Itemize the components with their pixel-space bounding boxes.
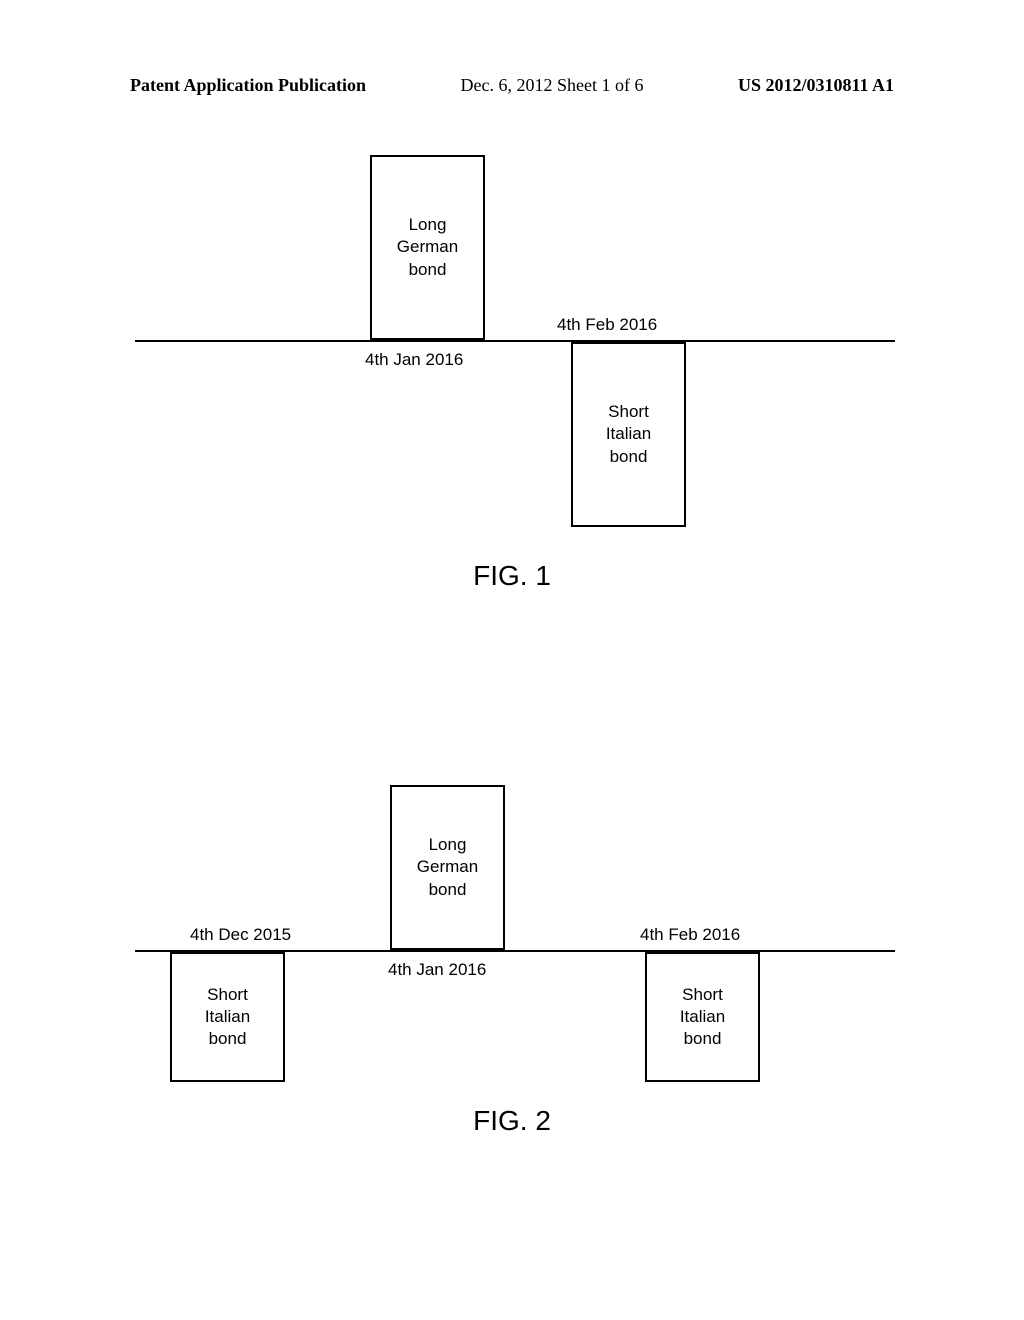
- document-header: Patent Application Publication Dec. 6, 2…: [0, 75, 1024, 96]
- figure-2: LongGermanbond ShortItalianbond ShortIta…: [0, 690, 1024, 1160]
- publication-label: Patent Application Publication: [130, 75, 366, 96]
- timeline-axis-right: [390, 950, 895, 952]
- bond-label: ShortItalianbond: [205, 984, 250, 1050]
- figure-caption: FIG. 2: [473, 1105, 551, 1137]
- date-sheet-label: Dec. 6, 2012 Sheet 1 of 6: [461, 75, 644, 96]
- date-label-jan-2016: 4th Jan 2016: [388, 960, 486, 980]
- short-italian-bond-box: ShortItalianbond: [571, 342, 686, 527]
- bond-label: LongGermanbond: [417, 834, 478, 900]
- date-label-jan-2016: 4th Jan 2016: [365, 350, 463, 370]
- short-italian-bond-box-left: ShortItalianbond: [170, 952, 285, 1082]
- figure-1: LongGermanbond ShortItalianbond 4th Jan …: [0, 155, 1024, 625]
- figure-caption: FIG. 1: [473, 560, 551, 592]
- long-german-bond-box: LongGermanbond: [390, 785, 505, 950]
- bond-label: LongGermanbond: [397, 214, 458, 280]
- bond-label: ShortItalianbond: [606, 401, 651, 467]
- date-label-feb-2016: 4th Feb 2016: [557, 315, 657, 335]
- timeline-axis: [135, 340, 895, 342]
- bond-label: ShortItalianbond: [680, 984, 725, 1050]
- patent-number: US 2012/0310811 A1: [738, 75, 894, 96]
- date-label-dec-2015: 4th Dec 2015: [190, 925, 291, 945]
- date-label-feb-2016: 4th Feb 2016: [640, 925, 740, 945]
- short-italian-bond-box-right: ShortItalianbond: [645, 952, 760, 1082]
- long-german-bond-box: LongGermanbond: [370, 155, 485, 340]
